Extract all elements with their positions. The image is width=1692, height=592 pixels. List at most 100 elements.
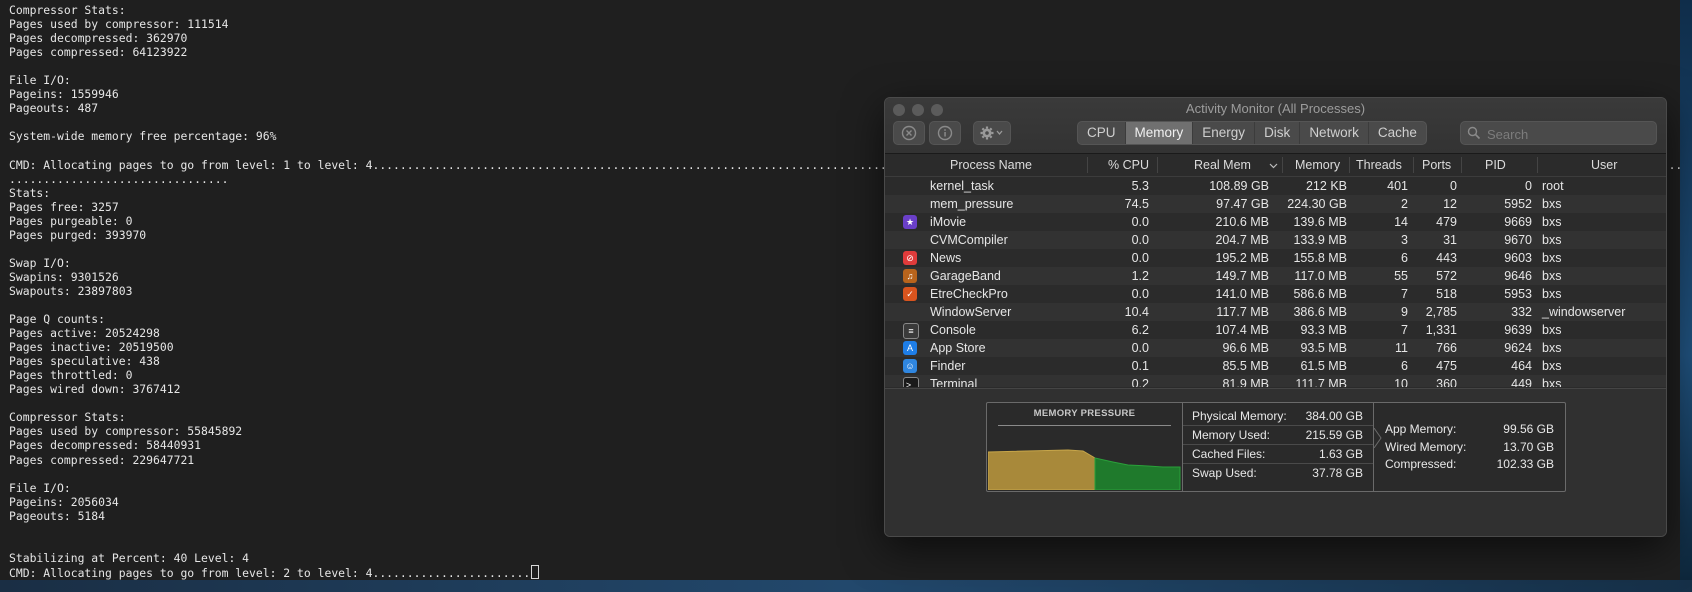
- etrecheck-icon: ✓: [903, 287, 917, 301]
- cell-threads: 55: [1394, 269, 1408, 283]
- memory-stat-value: 215.59 GB: [1305, 428, 1363, 442]
- column-user[interactable]: User: [1591, 158, 1617, 172]
- cell-user: bxs: [1542, 287, 1562, 301]
- inspect-process-button[interactable]: [929, 121, 961, 145]
- table-row[interactable]: A App Store 0.0 96.6 MB 93.5 MB 11 766 9624 bxs: [885, 339, 1666, 357]
- column-cpu[interactable]: % CPU: [1095, 158, 1149, 172]
- cell-ports: 475: [1436, 359, 1457, 373]
- cell-ports: 766: [1436, 341, 1457, 355]
- sort-descending-icon: [1269, 163, 1278, 169]
- cell-memory: 93.3 MB: [1300, 323, 1347, 337]
- cell-process-name: iMovie: [930, 215, 967, 229]
- memory-summary-panel: MEMORY PRESSURE Physical Memory: 384.00 G…: [885, 388, 1666, 536]
- tab-network[interactable]: Network: [1300, 122, 1369, 144]
- terminal-line: Pages decompressed: 362970: [9, 31, 188, 46]
- cell-threads: 10: [1394, 377, 1408, 387]
- cell-threads: 11: [1395, 341, 1408, 355]
- tab-cache[interactable]: Cache: [1369, 122, 1426, 144]
- memory-stat-value: 37.78 GB: [1312, 466, 1363, 480]
- cell-memory: 61.5 MB: [1300, 359, 1347, 373]
- cell-ports: 479: [1436, 215, 1457, 229]
- cell-memory: 93.5 MB: [1300, 341, 1347, 355]
- tab-disk[interactable]: Disk: [1255, 122, 1301, 144]
- cell-pid: 9624: [1504, 341, 1532, 355]
- cell-pid: 9639: [1504, 323, 1532, 337]
- cell-pid: 5952: [1504, 197, 1532, 211]
- desktop-wallpaper-bottom: [0, 580, 1692, 592]
- terminal-line: Stabilizing at Percent: 40 Level: 4: [9, 550, 250, 565]
- memory-stat-label: Memory Used:: [1192, 428, 1271, 442]
- cell-process-name: Console: [930, 323, 976, 337]
- column-threads[interactable]: Threads: [1356, 158, 1402, 172]
- terminal-line: CMD: Allocating pages to go from level: …: [9, 564, 1680, 580]
- cell-pid: 0: [1525, 179, 1532, 193]
- memory-pressure-chart: [988, 449, 1181, 490]
- column-memory[interactable]: Memory: [1295, 158, 1340, 172]
- finder-icon: ☺: [903, 359, 917, 373]
- process-table: kernel_task 5.3 108.89 GB 212 KB 401 0 0 root me…: [885, 177, 1666, 387]
- cell-cpu: 10.4: [1124, 305, 1149, 319]
- cell-real-mem: 210.6 MB: [1215, 215, 1269, 229]
- cell-user: bxs: [1542, 197, 1562, 211]
- cell-real-mem: 149.7 MB: [1215, 269, 1269, 283]
- actions-menu-button[interactable]: [973, 121, 1011, 145]
- column-real-mem[interactable]: Real Mem: [1194, 158, 1251, 172]
- cell-real-mem: 117.7 MB: [1216, 305, 1269, 319]
- memory-stat-label: Swap Used:: [1192, 466, 1257, 480]
- cell-cpu: 0.2: [1131, 377, 1149, 387]
- cell-pid: 9669: [1504, 215, 1532, 229]
- cell-user: _windowserver: [1542, 305, 1626, 319]
- table-row[interactable]: WindowServer 10.4 117.7 MB 386.6 MB 9 2,785 33…: [885, 303, 1666, 321]
- memory-stat-row: Memory Used: 215.59 GB: [1183, 425, 1373, 445]
- cell-pid: 449: [1511, 377, 1532, 387]
- column-process-name[interactable]: Process Name: [950, 158, 1032, 172]
- appstore-icon: A: [903, 341, 917, 355]
- cell-cpu: 0.0: [1131, 251, 1149, 265]
- cell-cpu: 0.0: [1131, 341, 1149, 355]
- cell-ports: 360: [1436, 377, 1457, 387]
- cell-threads: 6: [1401, 251, 1408, 265]
- cell-process-name: Finder: [930, 359, 966, 373]
- terminal-line: File I/O:: [9, 73, 71, 88]
- column-ports[interactable]: Ports: [1422, 158, 1451, 172]
- memory-breakdown-label: Compressed:: [1385, 457, 1457, 471]
- search-field[interactable]: [1460, 121, 1657, 145]
- cell-memory: 586.6 MB: [1293, 287, 1347, 301]
- cell-ports: 0: [1450, 179, 1457, 193]
- cell-cpu: 0.0: [1131, 233, 1149, 247]
- cell-real-mem: 96.6 MB: [1222, 341, 1269, 355]
- cell-process-name: App Store: [930, 341, 986, 355]
- cell-threads: 3: [1401, 233, 1408, 247]
- table-row[interactable]: ★ iMovie 0.0 210.6 MB 139.6 MB 14 479 9669 bxs: [885, 213, 1666, 231]
- table-row[interactable]: ≡ Console 6.2 107.4 MB 93.3 MB 7 1,331 9639 bxs: [885, 321, 1666, 339]
- memory-pressure-title: MEMORY PRESSURE: [1033, 408, 1136, 419]
- table-row[interactable]: mem_pressure 74.5 97.47 GB 224.30 GB 2 12 5952…: [885, 195, 1666, 213]
- cell-user: bxs: [1542, 377, 1562, 387]
- memory-pressure-graph: MEMORY PRESSURE: [987, 403, 1183, 491]
- activity-monitor-window[interactable]: Activity Monitor (All Processes) CPU Mem…: [884, 97, 1667, 537]
- search-input[interactable]: [1485, 124, 1649, 144]
- tab-energy[interactable]: Energy: [1193, 122, 1256, 144]
- table-row[interactable]: ♫ GarageBand 1.2 149.7 MB 117.0 MB 55 572 9646 b…: [885, 267, 1666, 285]
- cell-threads: 6: [1401, 359, 1408, 373]
- table-row[interactable]: >_ Terminal 0.2 81.9 MB 111.7 MB 10 360 449 bxs: [885, 375, 1666, 387]
- table-row[interactable]: ✓ EtreCheckPro 0.0 141.0 MB 586.6 MB 7 518 5953…: [885, 285, 1666, 303]
- stop-icon: [901, 125, 917, 141]
- table-row[interactable]: kernel_task 5.3 108.89 GB 212 KB 401 0 0 root: [885, 177, 1666, 195]
- cell-cpu: 0.1: [1131, 359, 1149, 373]
- cell-threads: 7: [1401, 323, 1408, 337]
- table-row[interactable]: ⊘ News 0.0 195.2 MB 155.8 MB 6 443 9603 bxs: [885, 249, 1666, 267]
- column-pid[interactable]: PID: [1485, 158, 1506, 172]
- cell-pid: 9646: [1504, 269, 1532, 283]
- cell-cpu: 0.0: [1131, 215, 1149, 229]
- memory-stat-row: Swap Used: 37.78 GB: [1183, 463, 1373, 482]
- table-row[interactable]: ☺ Finder 0.1 85.5 MB 61.5 MB 6 475 464 bxs: [885, 357, 1666, 375]
- tab-memory[interactable]: Memory: [1125, 122, 1194, 144]
- table-row[interactable]: CVMCompiler 0.0 204.7 MB 133.9 MB 3 31 9670 bxs: [885, 231, 1666, 249]
- tab-cpu[interactable]: CPU: [1078, 122, 1126, 144]
- cell-memory: 155.8 MB: [1293, 251, 1347, 265]
- toolbar: Activity Monitor (All Processes) CPU Mem…: [885, 98, 1666, 154]
- stop-process-button[interactable]: [893, 121, 925, 145]
- cell-memory: 212 KB: [1305, 179, 1347, 193]
